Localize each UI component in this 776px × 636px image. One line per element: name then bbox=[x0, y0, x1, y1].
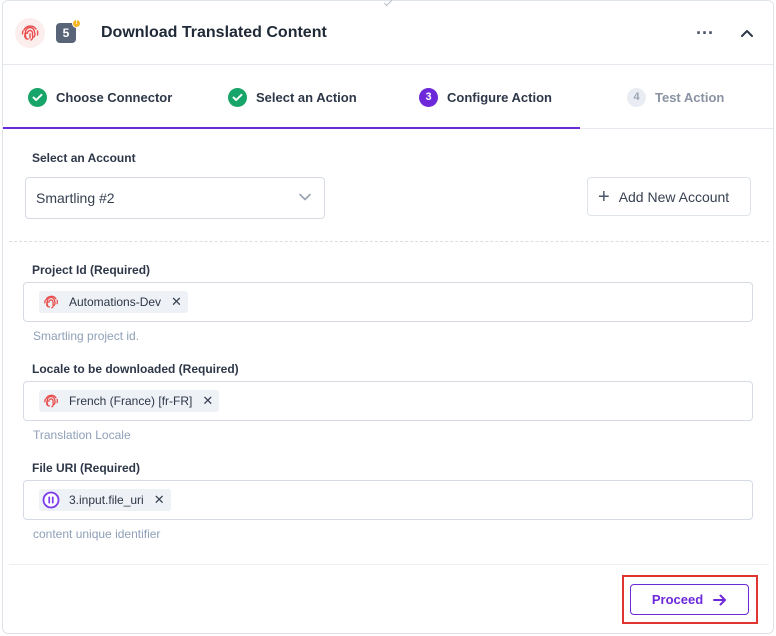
remove-pill-icon[interactable]: ✕ bbox=[202, 394, 213, 407]
collapse-button[interactable] bbox=[735, 21, 759, 45]
warning-dot-icon: ! bbox=[72, 19, 81, 28]
chevron-down-icon bbox=[299, 193, 311, 201]
project-id-label: Project Id (Required) bbox=[32, 263, 151, 277]
footer-divider bbox=[9, 564, 769, 565]
account-label: Select an Account bbox=[32, 151, 136, 165]
remove-pill-icon[interactable]: ✕ bbox=[171, 295, 182, 308]
step-label: Choose Connector bbox=[56, 89, 173, 105]
chevron-up-icon bbox=[741, 30, 753, 37]
file-uri-hint: content unique identifier bbox=[33, 527, 161, 541]
account-select-value: Smartling #2 bbox=[36, 190, 115, 206]
add-new-account-button[interactable]: + Add New Account bbox=[587, 177, 751, 216]
action-config-card: 5 ! Download Translated Content ··· Choo… bbox=[2, 0, 774, 634]
project-id-field[interactable]: Automations-Dev ✕ bbox=[23, 282, 753, 322]
more-options-button[interactable]: ··· bbox=[693, 21, 717, 45]
section-divider bbox=[9, 241, 769, 242]
check-circle-icon bbox=[28, 87, 47, 107]
pill-value: 3.input.file_uri bbox=[69, 493, 144, 507]
locale-label: Locale to be downloaded (Required) bbox=[32, 362, 239, 376]
file-uri-pill: 3.input.file_uri ✕ bbox=[39, 489, 171, 511]
locale-pill: French (France) [fr-FR] ✕ bbox=[39, 390, 220, 412]
active-step-underline bbox=[3, 127, 580, 129]
step-number: 3 bbox=[419, 87, 438, 107]
locale-hint: Translation Locale bbox=[33, 428, 131, 442]
pause-circle-icon bbox=[42, 491, 60, 509]
fingerprint-icon bbox=[42, 293, 60, 311]
pill-value: French (France) [fr-FR] bbox=[69, 394, 193, 408]
plus-icon: + bbox=[598, 185, 610, 208]
step-label: Test Action bbox=[655, 89, 725, 105]
step-number: 4 bbox=[627, 87, 646, 107]
account-select[interactable]: Smartling #2 bbox=[25, 177, 325, 219]
proceed-label: Proceed bbox=[651, 592, 704, 607]
card-title: Download Translated Content bbox=[101, 24, 327, 41]
step-select-action[interactable]: Select an Action bbox=[228, 65, 357, 129]
stepper: Choose Connector Select an Action 3 Conf… bbox=[3, 65, 773, 129]
proceed-button[interactable]: Proceed bbox=[630, 584, 749, 615]
arrow-right-icon bbox=[713, 594, 727, 605]
add-new-account-label: Add New Account bbox=[618, 188, 730, 205]
step-configure-action[interactable]: 3 Configure Action bbox=[419, 65, 552, 129]
step-label: Configure Action bbox=[447, 89, 552, 105]
card-header: 5 ! Download Translated Content ··· bbox=[3, 1, 773, 65]
file-uri-field[interactable]: 3.input.file_uri ✕ bbox=[23, 480, 753, 520]
fingerprint-icon bbox=[42, 392, 60, 410]
pill-value: Automations-Dev bbox=[69, 295, 162, 309]
check-circle-icon bbox=[228, 87, 247, 107]
step-choose-connector[interactable]: Choose Connector bbox=[28, 65, 172, 129]
remove-pill-icon[interactable]: ✕ bbox=[154, 493, 165, 506]
step-test-action[interactable]: 4 Test Action bbox=[627, 65, 724, 129]
project-id-pill: Automations-Dev ✕ bbox=[39, 291, 188, 313]
locale-field[interactable]: French (France) [fr-FR] ✕ bbox=[23, 381, 753, 421]
smartling-logo-icon bbox=[15, 18, 45, 48]
project-id-hint: Smartling project id. bbox=[33, 329, 140, 343]
step-label: Select an Action bbox=[256, 89, 357, 105]
file-uri-label: File URI (Required) bbox=[32, 461, 141, 475]
